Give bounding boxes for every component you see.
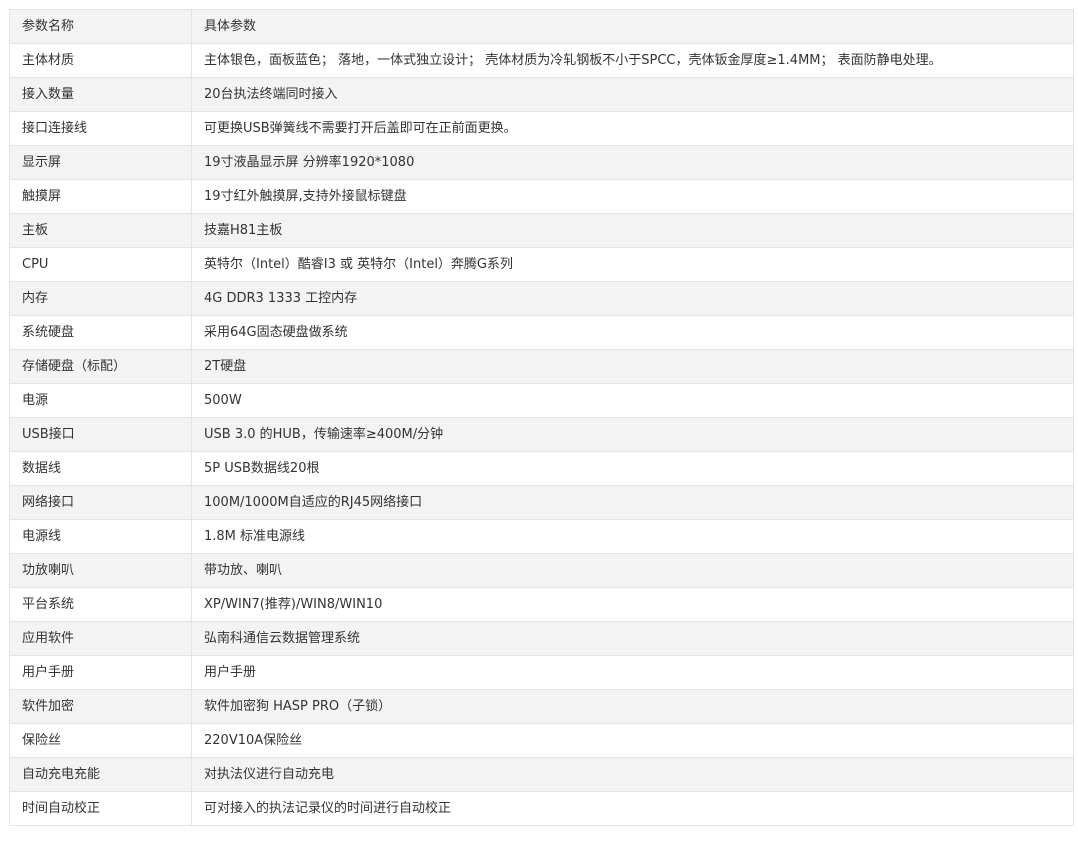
param-value: 1.8M 标准电源线: [191, 519, 1074, 554]
param-name: 电源线: [9, 519, 192, 554]
param-name: 功放喇叭: [9, 553, 192, 588]
param-name: 内存: [9, 281, 192, 316]
table-row: 功放喇叭 带功放、喇叭: [9, 553, 1074, 588]
param-value: 弘南科通信云数据管理系统: [191, 621, 1074, 656]
table-row: 用户手册 用户手册: [9, 655, 1074, 690]
param-name: 接入数量: [9, 77, 192, 112]
param-value: 带功放、喇叭: [191, 553, 1074, 588]
param-value: 19寸红外触摸屏,支持外接鼠标键盘: [191, 179, 1074, 214]
param-value: 可对接入的执法记录仪的时间进行自动校正: [191, 791, 1074, 826]
table-row: 网络接口 100M/1000M自适应的RJ45网络接口: [9, 485, 1074, 520]
param-value: 可更换USB弹簧线不需要打开后盖即可在正前面更换。: [191, 111, 1074, 146]
table-row: 应用软件 弘南科通信云数据管理系统: [9, 621, 1074, 656]
param-name: 应用软件: [9, 621, 192, 656]
param-value: 2T硬盘: [191, 349, 1074, 384]
table-row: CPU 英特尔（Intel）酷睿I3 或 英特尔（Intel）奔腾G系列: [9, 247, 1074, 282]
param-value: 对执法仪进行自动充电: [191, 757, 1074, 792]
param-value: 4G DDR3 1333 工控内存: [191, 281, 1074, 316]
param-value: 主体银色，面板蓝色； 落地，一体式独立设计； 壳体材质为冷轧钢板不小于SPCC，…: [191, 43, 1074, 78]
spec-table-body: 参数名称 具体参数 主体材质 主体银色，面板蓝色； 落地，一体式独立设计； 壳体…: [9, 9, 1074, 826]
spec-table: 参数名称 具体参数 主体材质 主体银色，面板蓝色； 落地，一体式独立设计； 壳体…: [9, 9, 1074, 826]
param-name: USB接口: [9, 417, 192, 452]
column-header-value: 具体参数: [191, 9, 1074, 44]
param-value: 5P USB数据线20根: [191, 451, 1074, 486]
table-row: 系统硬盘 采用64G固态硬盘做系统: [9, 315, 1074, 350]
param-name: 保险丝: [9, 723, 192, 758]
param-value: USB 3.0 的HUB，传输速率≥400M/分钟: [191, 417, 1074, 452]
table-row: 软件加密 软件加密狗 HASP PRO（子锁）: [9, 689, 1074, 724]
table-row: 平台系统 XP/WIN7(推荐)/WIN8/WIN10: [9, 587, 1074, 622]
param-value: 100M/1000M自适应的RJ45网络接口: [191, 485, 1074, 520]
table-row: 接入数量 20台执法终端同时接入: [9, 77, 1074, 112]
table-row: 显示屏 19寸液晶显示屏 分辨率1920*1080: [9, 145, 1074, 180]
table-row: 主体材质 主体银色，面板蓝色； 落地，一体式独立设计； 壳体材质为冷轧钢板不小于…: [9, 43, 1074, 78]
table-row: USB接口 USB 3.0 的HUB，传输速率≥400M/分钟: [9, 417, 1074, 452]
param-name: CPU: [9, 247, 192, 282]
table-row: 保险丝 220V10A保险丝: [9, 723, 1074, 758]
param-value: 19寸液晶显示屏 分辨率1920*1080: [191, 145, 1074, 180]
param-name: 平台系统: [9, 587, 192, 622]
param-value: 英特尔（Intel）酷睿I3 或 英特尔（Intel）奔腾G系列: [191, 247, 1074, 282]
param-name: 主体材质: [9, 43, 192, 78]
param-name: 存储硬盘（标配）: [9, 349, 192, 384]
table-row: 时间自动校正 可对接入的执法记录仪的时间进行自动校正: [9, 791, 1074, 826]
table-row: 接口连接线 可更换USB弹簧线不需要打开后盖即可在正前面更换。: [9, 111, 1074, 146]
param-value: XP/WIN7(推荐)/WIN8/WIN10: [191, 587, 1074, 622]
table-row: 主板 技嘉H81主板: [9, 213, 1074, 248]
table-row: 内存 4G DDR3 1333 工控内存: [9, 281, 1074, 316]
param-value: 500W: [191, 383, 1074, 418]
param-name: 网络接口: [9, 485, 192, 520]
param-name: 软件加密: [9, 689, 192, 724]
param-name: 系统硬盘: [9, 315, 192, 350]
table-row: 电源 500W: [9, 383, 1074, 418]
param-value: 220V10A保险丝: [191, 723, 1074, 758]
param-name: 接口连接线: [9, 111, 192, 146]
param-value: 技嘉H81主板: [191, 213, 1074, 248]
param-value: 用户手册: [191, 655, 1074, 690]
column-header-name: 参数名称: [9, 9, 192, 44]
table-header-row: 参数名称 具体参数: [9, 9, 1074, 44]
table-row: 存储硬盘（标配） 2T硬盘: [9, 349, 1074, 384]
param-value: 采用64G固态硬盘做系统: [191, 315, 1074, 350]
param-name: 用户手册: [9, 655, 192, 690]
table-row: 电源线 1.8M 标准电源线: [9, 519, 1074, 554]
param-name: 显示屏: [9, 145, 192, 180]
table-row: 自动充电充能 对执法仪进行自动充电: [9, 757, 1074, 792]
table-row: 数据线 5P USB数据线20根: [9, 451, 1074, 486]
param-name: 自动充电充能: [9, 757, 192, 792]
param-value: 软件加密狗 HASP PRO（子锁）: [191, 689, 1074, 724]
param-value: 20台执法终端同时接入: [191, 77, 1074, 112]
param-name: 电源: [9, 383, 192, 418]
table-row: 触摸屏 19寸红外触摸屏,支持外接鼠标键盘: [9, 179, 1074, 214]
param-name: 主板: [9, 213, 192, 248]
param-name: 触摸屏: [9, 179, 192, 214]
param-name: 数据线: [9, 451, 192, 486]
param-name: 时间自动校正: [9, 791, 192, 826]
